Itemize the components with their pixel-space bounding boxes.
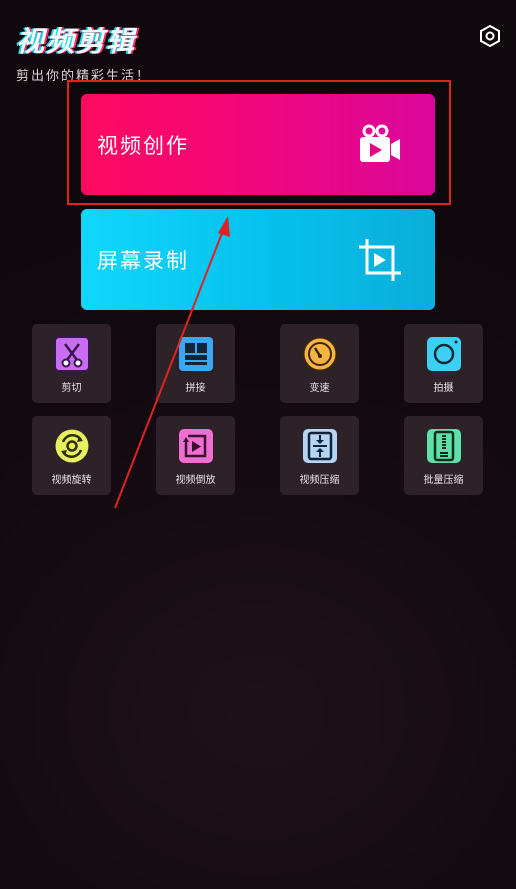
reverse-play-icon [178,429,213,463]
grid-join-icon [178,337,213,371]
screen-record-card[interactable]: 屏幕录制 [81,209,435,310]
camera-icon [426,337,461,371]
tool-join-label: 拼接 [185,383,206,394]
screen-record-icon [359,238,401,281]
app-title: 视频剪辑 [16,25,137,58]
tool-join[interactable]: 拼接 [156,324,235,403]
tool-rotate-label: 视频旋转 [51,475,92,486]
screen-record-label: 屏幕录制 [97,248,189,273]
settings-hexagon-icon [480,24,500,48]
tool-cut[interactable]: 剪切 [32,324,111,403]
tool-cut-label: 剪切 [61,383,82,394]
settings-button[interactable] [478,24,502,48]
tool-rotate[interactable]: 视频旋转 [32,416,111,495]
tool-compress-label: 视频压缩 [299,475,340,486]
tool-shoot-label: 拍摄 [433,383,454,394]
tool-batch-compress[interactable]: 批量压缩 [404,416,483,495]
tool-speed-label: 变速 [309,383,330,394]
tool-speed[interactable]: 变速 [280,324,359,403]
speedometer-icon [302,336,337,372]
rotate-icon [55,429,88,463]
zip-icon [426,429,461,463]
scissors-icon [53,336,90,372]
tool-compress[interactable]: 视频压缩 [280,416,359,495]
compress-icon [302,429,337,463]
tool-reverse[interactable]: 视频倒放 [156,416,235,495]
app-screen: 视频剪辑 剪出你的精彩生活！ 视频创作 屏幕录制 剪切 拼接 变速 拍摄 视频旋… [0,0,516,889]
tool-shoot[interactable]: 拍摄 [404,324,483,403]
highlight-box [67,80,451,205]
tool-reverse-label: 视频倒放 [175,475,216,486]
tool-batch-compress-label: 批量压缩 [423,475,464,486]
